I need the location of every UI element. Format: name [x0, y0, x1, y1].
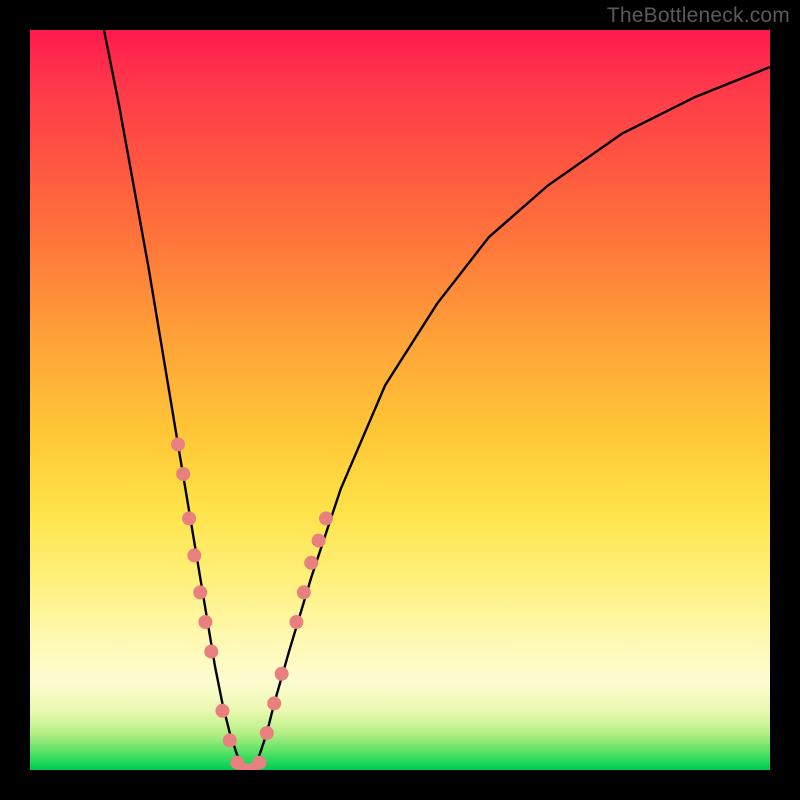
data-marker [176, 467, 190, 481]
data-marker [267, 696, 281, 710]
data-marker [304, 556, 318, 570]
bottleneck-curve [104, 30, 770, 770]
data-marker [319, 511, 333, 525]
data-marker [223, 733, 237, 747]
data-marker [297, 585, 311, 599]
chart-frame: TheBottleneck.com [0, 0, 800, 800]
data-marker [260, 726, 274, 740]
curve-markers [171, 437, 333, 770]
plot-area [30, 30, 770, 770]
watermark-text: TheBottleneck.com [607, 4, 790, 28]
data-marker [193, 585, 207, 599]
data-marker [312, 534, 326, 548]
data-marker [289, 615, 303, 629]
data-marker [187, 548, 201, 562]
data-marker [275, 667, 289, 681]
data-marker [215, 704, 229, 718]
data-marker [198, 615, 212, 629]
data-marker [252, 756, 266, 770]
data-marker [171, 437, 185, 451]
chart-svg [30, 30, 770, 770]
data-marker [204, 645, 218, 659]
data-marker [182, 511, 196, 525]
